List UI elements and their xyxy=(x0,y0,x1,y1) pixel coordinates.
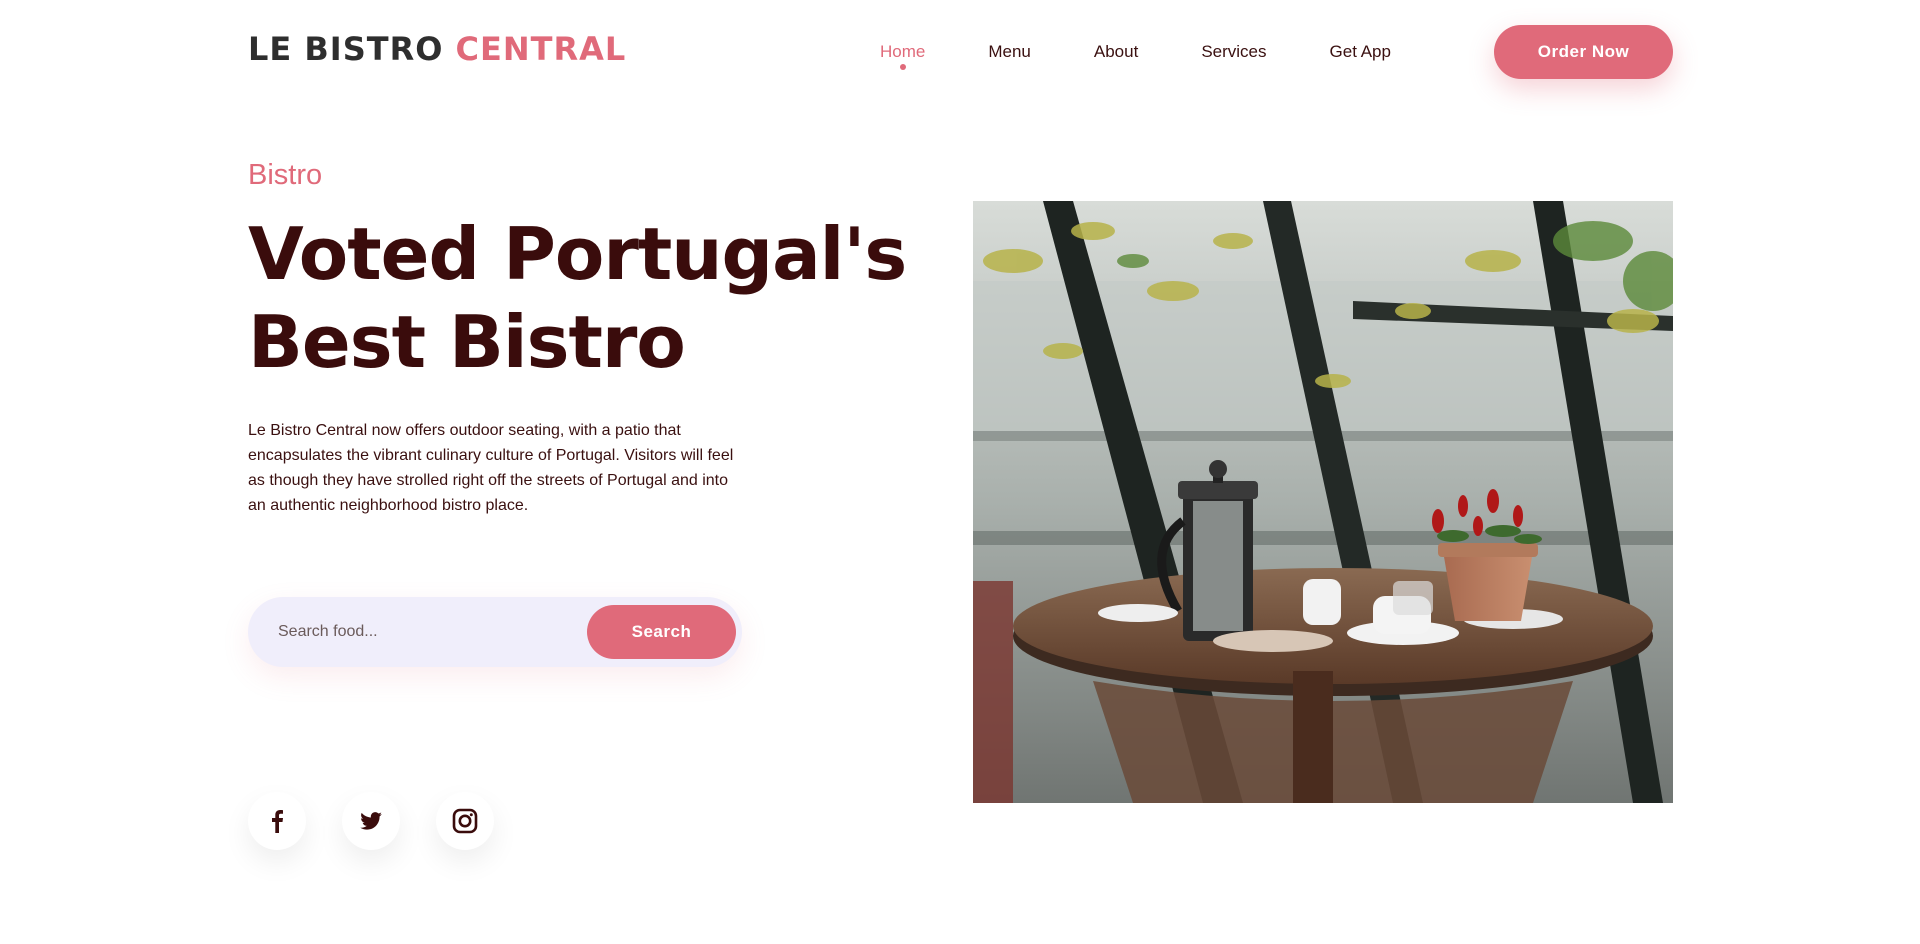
nav-item-about[interactable]: About xyxy=(1094,40,1138,64)
site-header: LE BISTRO CENTRAL Home Menu About Servic… xyxy=(0,0,1920,104)
active-indicator-dot xyxy=(899,64,906,70)
nav-item-label: Get App xyxy=(1329,42,1391,61)
nav-item-home[interactable]: Home xyxy=(880,40,926,70)
site-logo[interactable]: LE BISTRO CENTRAL xyxy=(248,30,626,68)
order-now-button[interactable]: Order Now xyxy=(1494,25,1673,79)
nav-item-label: Home xyxy=(880,42,926,61)
facebook-link[interactable] xyxy=(248,792,306,850)
twitter-link[interactable] xyxy=(342,792,400,850)
logo-text-main: LE BISTRO xyxy=(248,30,444,68)
instagram-link[interactable] xyxy=(436,792,494,850)
nav-item-menu[interactable]: Menu xyxy=(988,40,1031,64)
hero-photo xyxy=(973,201,1673,803)
hero-description: Le Bistro Central now offers outdoor sea… xyxy=(248,422,734,514)
hero-eyebrow: Bistro xyxy=(248,159,323,191)
nav-item-services[interactable]: Services xyxy=(1201,40,1266,64)
headline-line-2: Best Bistro xyxy=(248,300,686,384)
nav-item-label: Menu xyxy=(988,42,1031,61)
search-bar: Search xyxy=(248,597,742,667)
nav-item-label: About xyxy=(1093,42,1139,61)
twitter-icon xyxy=(360,812,382,830)
search-button[interactable]: Search xyxy=(587,605,736,659)
instagram-icon xyxy=(452,808,478,834)
logo-text-accent: CENTRAL xyxy=(455,30,627,68)
nav-item-get-app[interactable]: Get App xyxy=(1330,40,1391,64)
facebook-icon xyxy=(272,810,283,833)
main-nav: Home Menu About Services Get App xyxy=(880,40,1454,70)
hero-headline: Voted Portugal's Best Bistro xyxy=(248,210,928,386)
search-input[interactable] xyxy=(278,597,578,667)
headline-line-1: Voted Portugal's xyxy=(248,212,907,296)
nav-item-label: Services xyxy=(1201,42,1267,61)
bistro-table-photo xyxy=(973,201,1673,803)
